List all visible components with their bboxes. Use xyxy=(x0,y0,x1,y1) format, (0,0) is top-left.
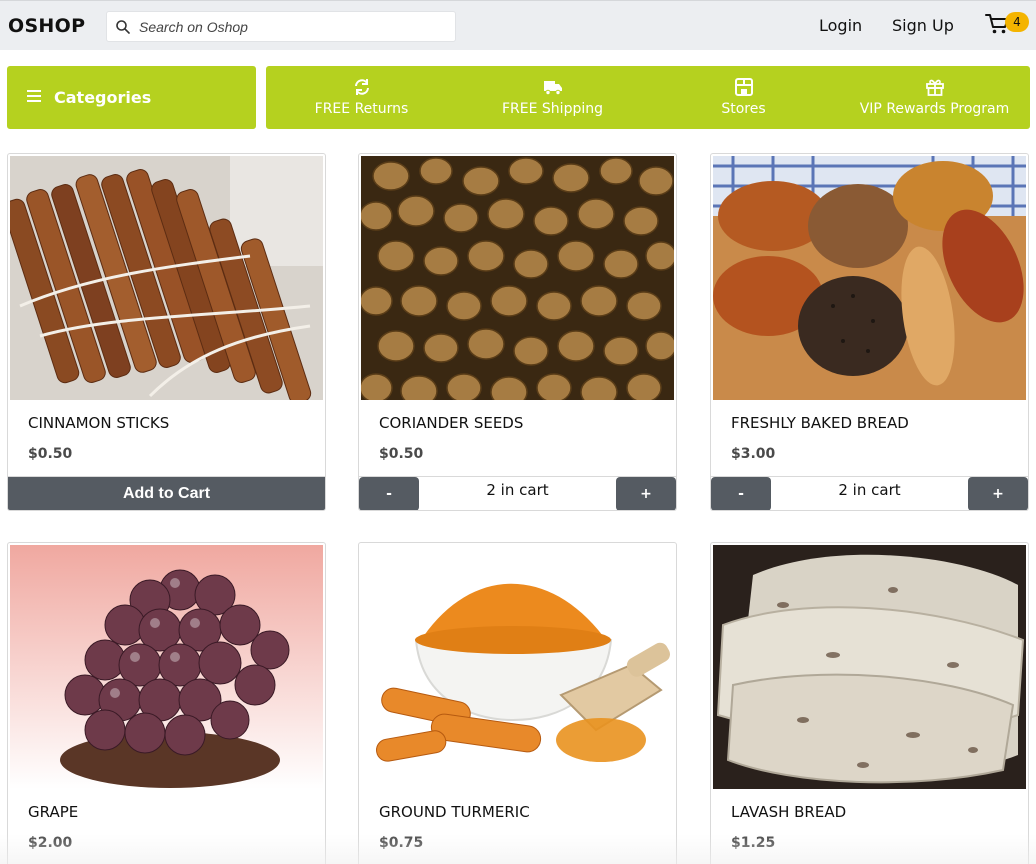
product-image[interactable] xyxy=(361,545,674,789)
login-link[interactable]: Login xyxy=(819,16,862,35)
search-icon xyxy=(116,20,130,34)
categories-label: Categories xyxy=(54,88,152,107)
perk-label: FREE Shipping xyxy=(502,101,603,117)
cart-quantity: 2 in cart xyxy=(838,481,901,499)
product-name: GRAPE xyxy=(28,803,79,821)
product-name: GROUND TURMERIC xyxy=(379,803,530,821)
increase-quantity-button[interactable]: + xyxy=(616,477,676,510)
product-card-ground-turmeric: GROUND TURMERIC $0.75 xyxy=(358,542,677,864)
perks-bar: FREE Returns FREE Shipping Stores VIP Re… xyxy=(266,66,1030,129)
product-card-cinnamon-sticks: CINNAMON STICKS $0.50 Add to Cart xyxy=(7,153,326,511)
search-input[interactable] xyxy=(139,16,439,38)
product-price: $0.50 xyxy=(379,446,424,462)
search-box[interactable] xyxy=(106,11,456,42)
add-to-cart-button[interactable]: Add to Cart xyxy=(8,477,325,510)
product-name: FRESHLY BAKED BREAD xyxy=(731,414,909,432)
refresh-icon xyxy=(354,79,369,95)
product-image[interactable] xyxy=(10,156,323,400)
gift-icon xyxy=(925,79,944,96)
product-card-grape: GRAPE $2.00 xyxy=(7,542,326,864)
product-image[interactable] xyxy=(361,156,674,400)
product-name: CORIANDER SEEDS xyxy=(379,414,524,432)
product-price: $0.50 xyxy=(28,446,73,462)
perk-free-returns[interactable]: FREE Returns xyxy=(266,66,457,129)
product-image[interactable] xyxy=(713,545,1026,789)
cinnamon-sticks-image xyxy=(10,156,323,400)
categories-button[interactable]: Categories xyxy=(7,66,256,129)
baked-bread-image xyxy=(713,156,1026,400)
product-card-lavash-bread: LAVASH BREAD $1.25 xyxy=(710,542,1029,864)
cart-quantity: 2 in cart xyxy=(486,481,549,499)
perk-label: VIP Rewards Program xyxy=(859,101,1010,117)
product-actions: - 2 in cart + xyxy=(359,476,676,510)
top-navbar: OSHOP Login Sign Up 4 xyxy=(0,0,1036,50)
signup-link[interactable]: Sign Up xyxy=(892,16,954,35)
product-actions: Add to Cart xyxy=(8,476,325,510)
product-price: $0.75 xyxy=(379,835,424,851)
brand-logo[interactable]: OSHOP xyxy=(8,15,85,37)
product-card-freshly-baked-bread: FRESHLY BAKED BREAD $3.00 - 2 in cart + xyxy=(710,153,1029,511)
perk-vip-rewards[interactable]: VIP Rewards Program xyxy=(839,66,1030,129)
product-price: $2.00 xyxy=(28,835,73,851)
product-image[interactable] xyxy=(713,156,1026,400)
menu-icon xyxy=(27,90,41,102)
product-price: $1.25 xyxy=(731,835,776,851)
lavash-bread-image xyxy=(713,545,1026,789)
product-name: LAVASH BREAD xyxy=(731,803,847,821)
product-card-coriander-seeds: CORIANDER SEEDS $0.50 - 2 in cart + xyxy=(358,153,677,511)
increase-quantity-button[interactable]: + xyxy=(968,477,1028,510)
decrease-quantity-button[interactable]: - xyxy=(711,477,771,510)
cart-count-badge: 4 xyxy=(1005,12,1029,32)
perk-label: FREE Returns xyxy=(314,101,409,117)
perk-label: Stores xyxy=(721,101,766,117)
ground-turmeric-image xyxy=(361,545,674,789)
product-name: CINNAMON STICKS xyxy=(28,414,170,432)
product-price: $3.00 xyxy=(731,446,776,462)
product-actions: - 2 in cart + xyxy=(711,476,1028,510)
perk-stores[interactable]: Stores xyxy=(648,66,839,129)
product-image[interactable] xyxy=(10,545,323,789)
perk-free-shipping[interactable]: FREE Shipping xyxy=(457,66,648,129)
decrease-quantity-button[interactable]: - xyxy=(359,477,419,510)
coriander-seeds-image xyxy=(361,156,674,400)
truck-icon xyxy=(543,81,562,96)
store-icon xyxy=(734,78,753,96)
grape-image xyxy=(10,545,323,789)
